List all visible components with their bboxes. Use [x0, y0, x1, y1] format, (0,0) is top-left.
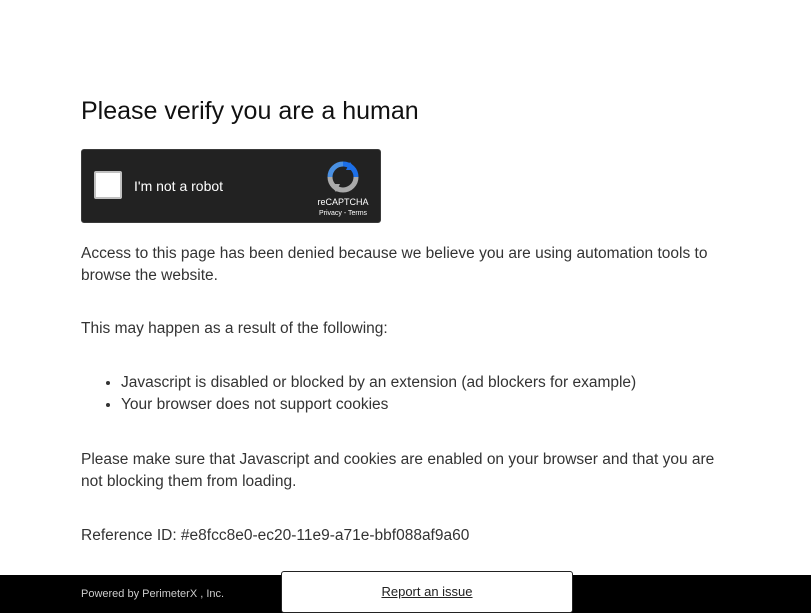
recaptcha-links: Privacy - Terms — [308, 210, 378, 217]
powered-by-text: Powered by PerimeterX , Inc. — [81, 588, 225, 600]
reasons-list: Javascript is disabled or blocked by an … — [81, 372, 636, 416]
privacy-link[interactable]: Privacy — [319, 210, 342, 217]
recaptcha-logo-icon — [327, 161, 359, 193]
denied-message: Access to this page has been denied beca… — [81, 245, 708, 284]
terms-link[interactable]: Terms — [348, 210, 367, 217]
page-title: Please verify you are a human — [81, 97, 419, 125]
recaptcha-brand: reCAPTCHA — [317, 197, 369, 207]
not-a-robot-label[interactable]: I'm not a robot — [134, 178, 223, 194]
report-issue-button[interactable]: Report an issue — [281, 571, 573, 613]
page: Please verify you are a human I'm not a … — [0, 0, 811, 613]
recaptcha-widget: I'm not a robot reCAPTCHA Privacy - Term… — [81, 149, 381, 223]
reasons-intro: This may happen as a result of the follo… — [81, 320, 388, 337]
reference-id: Reference ID: #e8fcc8e0-ec20-11e9-a71e-b… — [81, 527, 470, 544]
list-item: Javascript is disabled or blocked by an … — [121, 372, 636, 394]
instructions-message: Please make sure that Javascript and coo… — [81, 451, 715, 490]
not-a-robot-checkbox[interactable] — [94, 171, 122, 199]
list-item: Your browser does not support cookies — [121, 394, 636, 416]
